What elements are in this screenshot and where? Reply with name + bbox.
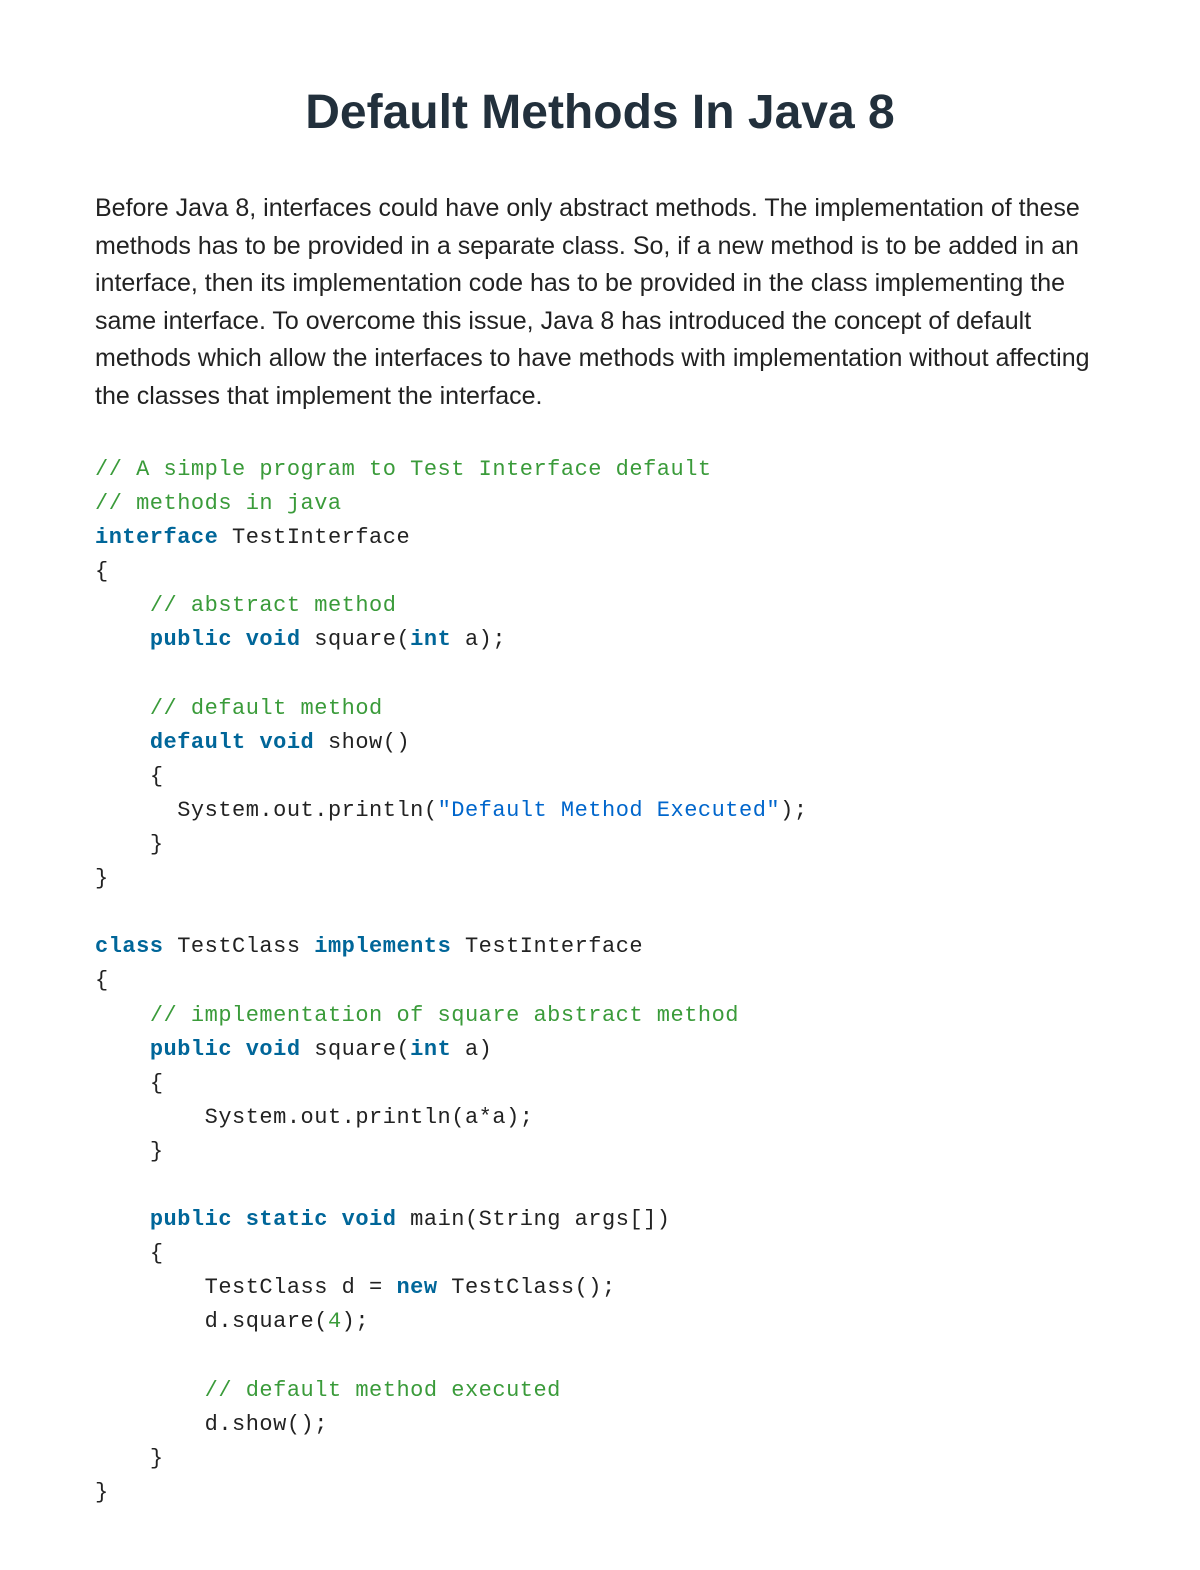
code-text: show() [314,730,410,755]
code-text: TestClass d = [205,1275,397,1300]
code-text: } [95,866,109,891]
code-text: TestClass(); [438,1275,616,1300]
code-text: TestInterface [218,525,410,550]
code-keyword: class [95,934,164,959]
code-text: { [150,1241,164,1266]
code-keyword: public [150,627,232,652]
code-text: ); [342,1309,369,1334]
code-text: d.square( [205,1309,328,1334]
code-keyword: void [259,730,314,755]
code-comment: // A simple program to Test Interface de… [95,457,712,482]
code-comment: // default method [150,696,383,721]
code-keyword: interface [95,525,218,550]
code-text: a); [451,627,506,652]
code-text: } [95,1480,109,1505]
code-keyword: int [410,627,451,652]
code-comment: // abstract method [150,593,397,618]
code-text: { [95,559,109,584]
code-keyword: public [150,1207,232,1232]
code-comment: // default method executed [205,1378,561,1403]
intro-paragraph: Before Java 8, interfaces could have onl… [95,190,1105,415]
page-title: Default Methods In Java 8 [95,85,1105,140]
code-text: ); [780,798,807,823]
code-text: { [95,968,109,993]
code-text: d.show(); [205,1412,328,1437]
code-keyword: public [150,1037,232,1062]
code-keyword: void [246,627,301,652]
code-text: square( [301,627,411,652]
code-keyword: void [342,1207,397,1232]
code-text: { [150,764,164,789]
code-text: main(String args[]) [396,1207,670,1232]
code-block: // A simple program to Test Interface de… [95,453,1105,1510]
code-string: "Default Method Executed" [438,798,781,823]
code-comment: // methods in java [95,491,342,516]
code-number: 4 [328,1309,342,1334]
code-keyword: default [150,730,246,755]
code-text: square( [301,1037,411,1062]
code-keyword: new [396,1275,437,1300]
code-text: TestInterface [451,934,643,959]
code-text: System.out.println( [177,798,437,823]
code-keyword: static [246,1207,328,1232]
code-text: System.out.println(a*a); [205,1105,534,1130]
code-keyword: int [410,1037,451,1062]
code-keyword: implements [314,934,451,959]
code-text: { [150,1071,164,1096]
code-comment: // implementation of square abstract met… [150,1003,739,1028]
code-text: } [150,1139,164,1164]
code-keyword: void [246,1037,301,1062]
code-text: } [150,832,164,857]
code-text: TestClass [164,934,315,959]
code-text: } [150,1446,164,1471]
code-text: a) [451,1037,492,1062]
